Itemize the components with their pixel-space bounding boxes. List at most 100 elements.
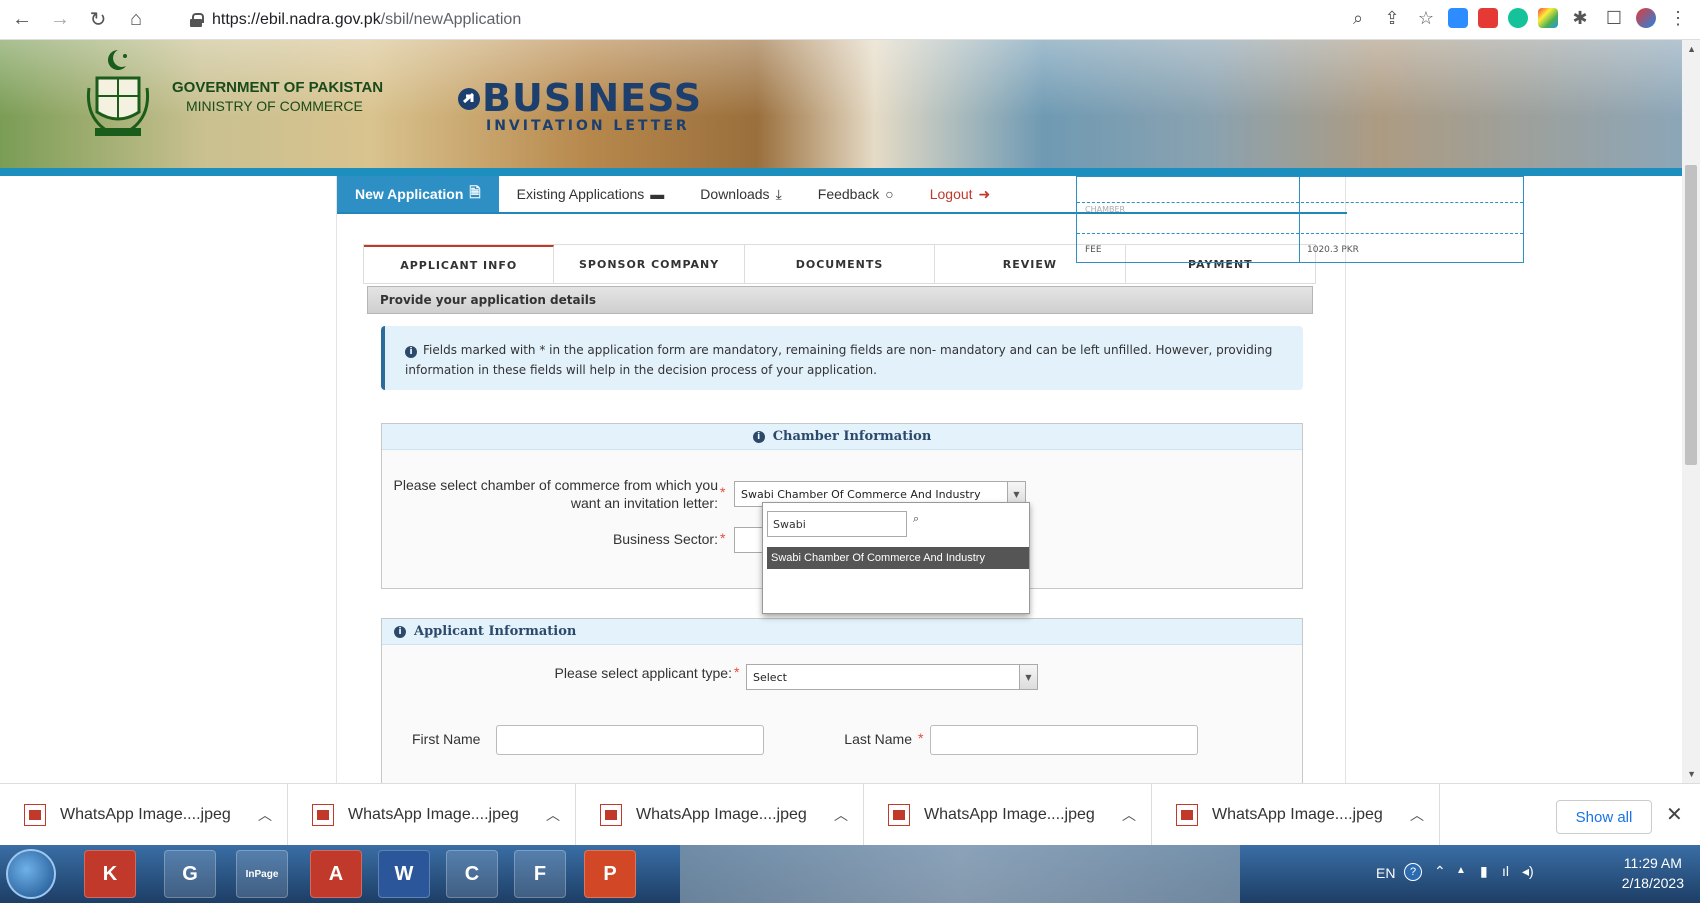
menu-kebab-icon[interactable]: ⋮ (1666, 6, 1690, 30)
system-clock[interactable]: 11:29 AM 2/18/2023 (1622, 853, 1684, 893)
download-filename: WhatsApp Image....jpeg (924, 805, 1095, 823)
show-all-button[interactable]: Show all (1556, 800, 1652, 834)
bookmark-star-icon[interactable]: ☆ (1414, 6, 1438, 30)
download-item[interactable]: WhatsApp Image....jpeg ︿ (0, 783, 288, 846)
banner-stripe (0, 168, 1682, 176)
taskbar-app-chrome[interactable]: C (446, 850, 498, 898)
caret-up-icon[interactable]: ︿ (1410, 805, 1424, 825)
zoom-icon[interactable]: ⌕ (1346, 6, 1370, 30)
sign-out-icon: ➜ (978, 185, 991, 202)
required-asterisk: * (918, 730, 924, 746)
scroll-thumb[interactable] (1685, 165, 1697, 465)
extension-red-icon[interactable] (1478, 8, 1498, 28)
nav-downloads[interactable]: Downloads ⤓ (682, 176, 799, 212)
image-file-icon (600, 803, 622, 826)
caret-up-icon[interactable]: ︿ (1122, 805, 1136, 825)
close-icon[interactable]: ✕ (1666, 802, 1683, 827)
home-icon[interactable]: ⌂ (120, 4, 152, 36)
nav-logout[interactable]: Logout ➜ (912, 176, 1009, 212)
fee-chamber-label: CHAMBER (1085, 205, 1126, 214)
nav-new-application[interactable]: New Application 🗎 (337, 176, 499, 212)
image-file-icon (24, 803, 46, 826)
applicant-type-label: Please select applicant type: (554, 665, 732, 681)
taskbar-app-explorer[interactable]: F (514, 850, 566, 898)
fee-dashed-line (1077, 233, 1523, 234)
volume-icon[interactable]: ◂) (1522, 863, 1534, 880)
download-item[interactable]: WhatsApp Image....jpeg ︿ (288, 783, 576, 846)
download-filename: WhatsApp Image....jpeg (60, 805, 231, 823)
taskbar-app-acrobat[interactable]: A (310, 850, 362, 898)
taskbar-app-powerpoint[interactable]: P (584, 850, 636, 898)
gov-title: GOVERNMENT OF PAKISTAN (172, 79, 384, 96)
image-file-icon (888, 803, 910, 826)
signal-icon[interactable]: ıl (1502, 863, 1509, 879)
taskbar-app-word[interactable]: W (378, 850, 430, 898)
fee-value: 1020.3 PKR (1307, 245, 1359, 255)
scroll-down-icon[interactable]: ▼ (1687, 769, 1696, 779)
download-item[interactable]: WhatsApp Image....jpeg ︿ (1152, 783, 1440, 846)
taskbar-app-chrome-profile[interactable]: G (164, 850, 216, 898)
caret-up-icon[interactable]: ︿ (258, 805, 272, 825)
dropdown-search-input[interactable]: Swabi (767, 511, 907, 537)
step-sponsor-company[interactable]: SPONSOR COMPANY (554, 245, 745, 283)
download-item[interactable]: WhatsApp Image....jpeg ︿ (864, 783, 1152, 846)
forward-icon[interactable]: → (44, 4, 76, 36)
invitation-letter-subtitle: INVITATION LETTER (486, 118, 690, 134)
download-icon: ⤓ (775, 185, 782, 202)
pen-icon[interactable]: ⌃ (1434, 863, 1446, 880)
back-icon[interactable]: ← (6, 4, 38, 36)
page-scrollbar[interactable]: ▲ ▼ (1682, 40, 1700, 783)
chevron-down-icon: ▼ (1019, 665, 1037, 689)
mandatory-note: i Fields marked with * in the application… (381, 326, 1303, 390)
taskbar-app-k[interactable]: K (84, 850, 136, 898)
required-asterisk: * (720, 484, 726, 500)
last-name-label: Last Name (844, 731, 912, 747)
fee-row-fee: FEE 1020.3 PKR (1077, 245, 1523, 255)
reload-icon[interactable]: ↻ (82, 4, 114, 36)
caret-up-icon[interactable]: ︿ (546, 805, 560, 825)
image-file-icon (1176, 803, 1198, 826)
show-hidden-icons-icon[interactable]: ▲ (1456, 865, 1466, 876)
start-button[interactable] (6, 849, 56, 899)
download-item[interactable]: WhatsApp Image....jpeg ︿ (576, 783, 864, 846)
nav-downloads-label: Downloads (700, 186, 770, 202)
scroll-up-icon[interactable]: ▲ (1687, 44, 1696, 54)
share-icon[interactable]: ⇪ (1380, 6, 1404, 30)
applicant-information-header: i Applicant Information (382, 619, 1302, 645)
extension-grammarly-icon[interactable] (1508, 8, 1528, 28)
lock-icon (190, 13, 204, 27)
nav-existing-applications[interactable]: Existing Applications ▬ (499, 176, 683, 212)
window-icon[interactable]: ☐ (1602, 6, 1626, 30)
extension-zoom-icon[interactable] (1448, 8, 1468, 28)
profile-avatar-icon[interactable] (1636, 8, 1656, 28)
taskbar-app-label: K (102, 862, 118, 885)
taskbar-app-label: A (328, 862, 344, 885)
chamber-information-title: Chamber Information (772, 429, 932, 444)
windows-taskbar: K G InPage A W C F P EN ? ⌃ ▲ ▮ ıl ◂) 11… (0, 845, 1700, 903)
application-panel: New Application 🗎 Existing Applications … (336, 176, 1347, 783)
first-name-field[interactable] (496, 725, 764, 755)
step-applicant-info[interactable]: APPLICANT INFO (364, 245, 555, 283)
language-indicator[interactable]: EN (1376, 865, 1395, 881)
info-circle-icon: i (394, 625, 406, 638)
help-icon[interactable]: ? (1404, 863, 1422, 881)
extensions-puzzle-icon[interactable]: ✱ (1568, 6, 1592, 30)
nav-logout-label: Logout (929, 186, 973, 202)
applicant-type-select[interactable]: Select ▼ (746, 664, 1038, 690)
info-circle-icon: i (405, 346, 417, 358)
last-name-field[interactable] (930, 725, 1198, 755)
network-icon[interactable]: ▮ (1480, 863, 1488, 880)
dropdown-option[interactable]: Swabi Chamber Of Commerce And Industry (767, 547, 1029, 569)
nav-new-application-label: New Application (355, 186, 464, 202)
logo-mark-icon (458, 88, 480, 110)
extension-colorful-icon[interactable] (1538, 8, 1558, 28)
taskbar-app-label: W (394, 862, 414, 885)
address-bar[interactable]: https://ebil.nadra.gov.pk/sbil/newApplic… (180, 5, 1360, 35)
nav-feedback[interactable]: Feedback ○ (800, 176, 912, 212)
image-file-icon (312, 803, 334, 826)
downloads-bar: WhatsApp Image....jpeg ︿ WhatsApp Image.… (0, 783, 1700, 846)
caret-up-icon[interactable]: ︿ (834, 805, 848, 825)
taskbar-app-inpage[interactable]: InPage (236, 850, 288, 898)
mandatory-note-text: Fields marked with * in the application … (405, 343, 1273, 377)
step-documents[interactable]: DOCUMENTS (745, 245, 936, 283)
